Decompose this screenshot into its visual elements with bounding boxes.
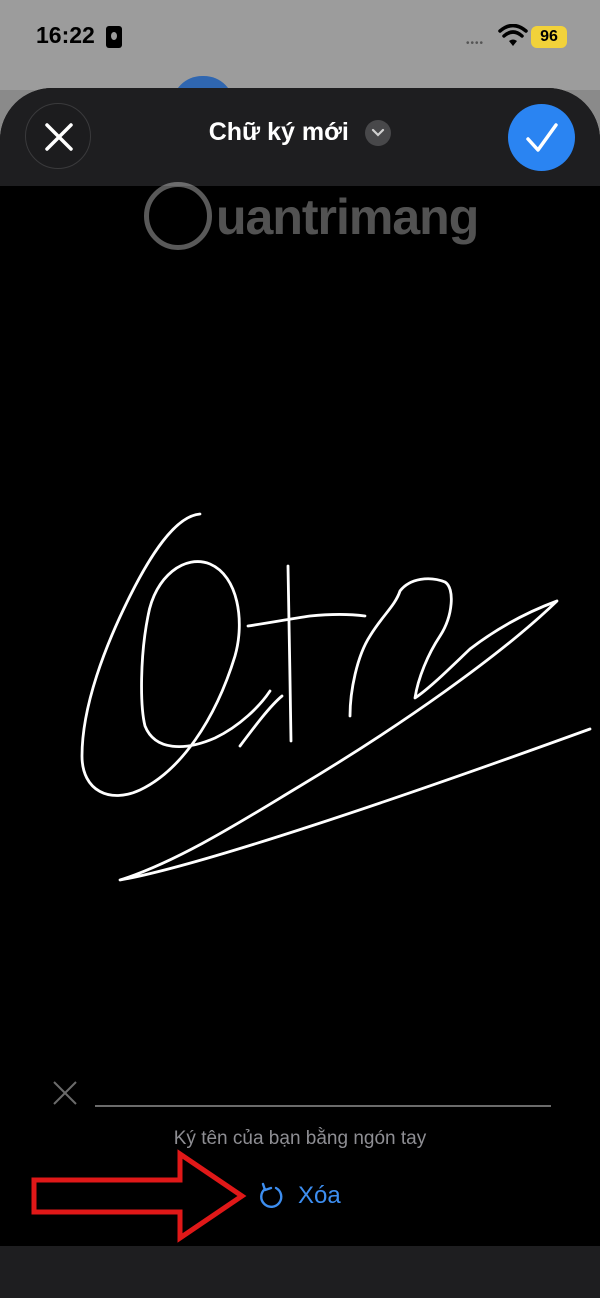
lightbulb-icon <box>144 182 212 250</box>
new-signature-sheet: Chữ ký mới uantrimang Ký tên của bạn bằn… <box>0 88 600 1298</box>
signal-dots: •••• <box>466 38 485 49</box>
clear-label: Xóa <box>298 1182 341 1209</box>
bottom-bar <box>0 1246 600 1298</box>
signature-canvas[interactable] <box>0 186 600 1086</box>
sheet-header: Chữ ký mới <box>0 88 600 186</box>
screen-record-icon <box>106 26 122 48</box>
sheet-title: Chữ ký mới <box>208 118 349 146</box>
wifi-icon <box>498 24 528 46</box>
annotation-arrow-icon <box>31 1149 247 1243</box>
watermark-logo: uantrimang <box>140 174 500 254</box>
checkmark-icon <box>526 123 558 152</box>
watermark-text: uantrimang <box>216 189 479 245</box>
chevron-down-icon[interactable] <box>365 119 392 146</box>
signature-hint: Ký tên của bạn bằng ngón tay <box>173 1128 427 1149</box>
undo-icon <box>260 1182 283 1208</box>
status-bar: 16:22 •••• 96 <box>0 0 600 106</box>
signature-line <box>95 1105 551 1107</box>
confirm-button[interactable] <box>508 104 575 171</box>
battery-indicator: 96 <box>531 26 567 48</box>
signature-x-mark <box>53 1081 77 1105</box>
status-time: 16:22 <box>36 22 95 48</box>
